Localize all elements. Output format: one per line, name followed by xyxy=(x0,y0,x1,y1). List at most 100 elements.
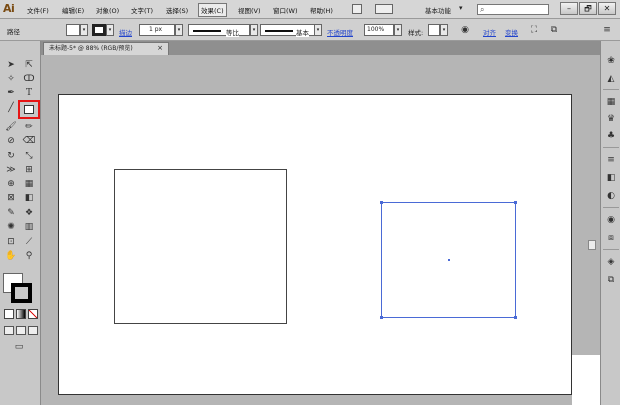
color-panel-icon[interactable]: ❀ xyxy=(605,55,617,67)
tools-panel: ➤ ⇱ ✧ ↀ ✒ T ╱ 🖌 ✏ ⊘ ⌫ ↻ ⤡ ≫ ⊞ ⊕ ▦ ⊠ ◧ ✎ … xyxy=(0,41,41,405)
opacity-input[interactable]: 100% xyxy=(364,24,394,36)
document-tab[interactable]: 未标题-5* @ 88% (RGB/预览) × xyxy=(43,42,169,55)
stroke-weight-field[interactable]: 1 px xyxy=(139,24,175,36)
stroke-panel-icon[interactable]: ≡ xyxy=(605,154,617,166)
stroke-weight-dropdown-icon[interactable]: ▾ xyxy=(175,24,183,36)
stroke-color-box[interactable] xyxy=(11,283,32,303)
fill-dropdown-icon[interactable]: ▾ xyxy=(80,24,88,36)
arrange-documents-icon[interactable] xyxy=(375,4,393,14)
close-icon[interactable]: × xyxy=(157,43,163,54)
menu-edit[interactable]: 编辑(E) xyxy=(60,5,86,15)
fill-color-swatch[interactable] xyxy=(66,24,80,36)
graphic-styles-panel-icon[interactable]: ⧈ xyxy=(605,232,617,244)
stroke-link[interactable]: 描边 xyxy=(119,27,132,37)
gradient-tool-icon[interactable]: ◧ xyxy=(22,192,36,205)
menu-file[interactable]: 文件(F) xyxy=(25,5,51,15)
type-tool-icon[interactable]: T xyxy=(22,87,36,100)
paintbrush-tool-icon[interactable]: 🖌 xyxy=(4,121,18,134)
symbols-panel-icon[interactable]: ♣ xyxy=(605,130,617,142)
style-dropdown-icon[interactable]: ▾ xyxy=(440,24,448,36)
gradient-panel-icon[interactable]: ◧ xyxy=(605,172,617,184)
zoom-tool-icon[interactable]: ⚲ xyxy=(22,250,36,263)
scale-tool-icon[interactable]: ⤡ xyxy=(22,150,36,163)
magic-wand-tool-icon[interactable]: ✧ xyxy=(4,73,18,86)
hand-tool-icon[interactable]: ✋ xyxy=(4,250,18,263)
canvas-gutter xyxy=(572,55,599,355)
workspace-switcher[interactable]: 基本功能 xyxy=(425,5,451,15)
close-button[interactable]: ✕ xyxy=(598,2,616,15)
opacity-dropdown-icon[interactable]: ▾ xyxy=(394,24,402,36)
rectangle-tool-icon xyxy=(24,105,34,114)
shape-center-point[interactable] xyxy=(448,259,450,261)
layers-panel-icon[interactable]: ◈ xyxy=(605,256,617,268)
line-tool-icon[interactable]: ╱ xyxy=(4,102,18,115)
menu-object[interactable]: 对象(O) xyxy=(94,5,121,15)
mesh-tool-icon[interactable]: ⊠ xyxy=(4,192,18,205)
profile-dropdown-icon[interactable]: ▾ xyxy=(250,24,258,36)
menu-type[interactable]: 文字(T) xyxy=(129,5,155,15)
vertical-scrollbar-thumb[interactable] xyxy=(588,240,596,250)
free-transform-tool-icon[interactable]: ⊞ xyxy=(22,164,36,177)
restore-button[interactable]: 🗗 xyxy=(579,2,597,15)
panel-menu-icon[interactable]: ≡ xyxy=(601,24,613,36)
isolate-icon[interactable]: ⛶ xyxy=(528,24,540,36)
pen-tool-icon[interactable]: ✒ xyxy=(4,87,18,100)
recolor-artwork-icon[interactable]: ◉ xyxy=(459,24,471,36)
perspective-grid-tool-icon[interactable]: ▦ xyxy=(22,178,36,191)
direct-selection-tool-icon[interactable]: ⇱ xyxy=(22,59,36,72)
graphic-style-swatch[interactable] xyxy=(428,24,440,36)
color-guide-icon[interactable]: ◭ xyxy=(605,73,617,85)
align-link[interactable]: 对齐 xyxy=(483,27,496,37)
column-graph-tool-icon[interactable]: ▥ xyxy=(22,221,36,234)
menu-effect[interactable]: 效果(C) xyxy=(198,3,227,17)
help-search-input[interactable]: ⌕ xyxy=(477,4,549,15)
menu-window[interactable]: 窗口(W) xyxy=(271,5,300,15)
eraser-tool-icon[interactable]: ⌫ xyxy=(22,135,36,148)
pencil-tool-icon[interactable]: ✏ xyxy=(22,121,36,134)
profile-label: 等比 xyxy=(226,27,239,37)
minimize-button[interactable]: – xyxy=(560,2,578,15)
rectangle-shape[interactable] xyxy=(114,169,287,324)
screen-mode-icon[interactable]: ▭ xyxy=(12,341,26,354)
eyedropper-tool-icon[interactable]: ✎ xyxy=(4,207,18,220)
opacity-link[interactable]: 不透明度 xyxy=(327,27,353,37)
selection-anchor-point[interactable] xyxy=(380,201,383,204)
symbol-sprayer-tool-icon[interactable]: ✺ xyxy=(4,221,18,234)
rectangle-tool-button[interactable] xyxy=(18,100,40,119)
artboards-panel-icon[interactable]: ⧉ xyxy=(605,274,617,286)
brush-dropdown-icon[interactable]: ▾ xyxy=(314,24,322,36)
chevron-down-icon[interactable]: ▾ xyxy=(459,4,463,12)
swatches-panel-icon[interactable]: ▦ xyxy=(605,96,617,108)
bridge-icon[interactable] xyxy=(352,4,362,14)
selection-anchor-point[interactable] xyxy=(380,316,383,319)
selection-anchor-point[interactable] xyxy=(514,316,517,319)
draw-inside-icon[interactable] xyxy=(28,326,38,335)
artboard-tool-icon[interactable]: ⊡ xyxy=(4,236,18,249)
variable-width-profile[interactable] xyxy=(188,24,250,36)
selection-tool-icon[interactable]: ➤ xyxy=(4,59,18,72)
width-tool-icon[interactable]: ≫ xyxy=(4,164,18,177)
brushes-panel-icon[interactable]: ♛ xyxy=(605,113,617,125)
gradient-mode-icon[interactable] xyxy=(16,309,26,319)
blend-tool-icon[interactable]: ❖ xyxy=(22,207,36,220)
none-mode-icon[interactable] xyxy=(28,309,38,319)
draw-behind-icon[interactable] xyxy=(16,326,26,335)
lasso-tool-icon[interactable]: ↀ xyxy=(22,73,36,86)
blob-brush-tool-icon[interactable]: ⊘ xyxy=(4,135,18,148)
stroke-color-swatch[interactable] xyxy=(92,24,106,36)
draw-normal-icon[interactable] xyxy=(4,326,14,335)
stroke-dropdown-icon[interactable]: ▾ xyxy=(106,24,114,36)
rotate-tool-icon[interactable]: ↻ xyxy=(4,150,18,163)
arrange-icon[interactable]: ⧉ xyxy=(548,24,560,36)
menu-help[interactable]: 帮助(H) xyxy=(308,5,335,15)
shape-builder-tool-icon[interactable]: ⊕ xyxy=(4,178,18,191)
transform-link[interactable]: 变换 xyxy=(505,27,518,37)
transparency-panel-icon[interactable]: ◐ xyxy=(605,190,617,202)
menu-select[interactable]: 选择(S) xyxy=(164,5,190,15)
appearance-panel-icon[interactable]: ◉ xyxy=(605,214,617,226)
slice-tool-icon[interactable]: ⟋ xyxy=(22,236,36,249)
selection-anchor-point[interactable] xyxy=(514,201,517,204)
brush-definition[interactable] xyxy=(260,24,322,36)
menu-view[interactable]: 视图(V) xyxy=(236,5,263,15)
color-mode-icon[interactable] xyxy=(4,309,14,319)
